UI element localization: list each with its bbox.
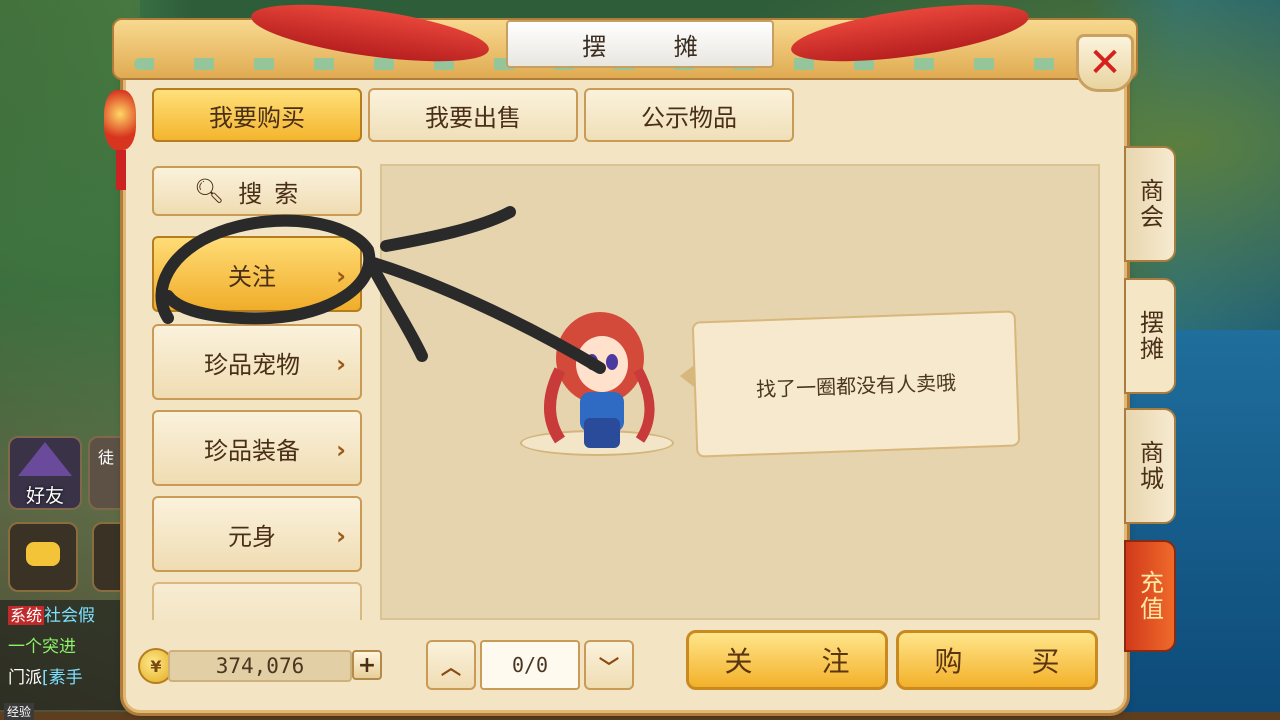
chevron-down-icon: ﹀ [599, 654, 619, 679]
chat-line: 一个突进 [8, 632, 138, 663]
apprentice-label: 徒 [98, 448, 115, 467]
page-indicator: 0/0 [480, 640, 580, 690]
chat-button[interactable] [8, 522, 78, 592]
chat-text: [素手 [42, 668, 83, 688]
lantern-icon [104, 90, 136, 150]
chat-line: 门派[素手 [8, 663, 138, 694]
side-tab-guild[interactable]: 商会 [1124, 146, 1176, 262]
side-tab-stall[interactable]: 摆摊 [1124, 278, 1176, 394]
chat-channel-tag: 系统 [8, 606, 45, 625]
side-tab-recharge[interactable]: 充值 [1124, 540, 1176, 652]
exp-bar [0, 712, 1280, 720]
chat-text: 一个突进 [8, 637, 76, 657]
chevron-right-icon: › [336, 350, 346, 378]
page-up-button[interactable]: ︿ [426, 640, 476, 690]
category-label: 珍品宠物 [204, 350, 300, 379]
close-button[interactable]: ✕ [1076, 34, 1134, 92]
category-label: 关注 [228, 262, 276, 291]
panel-title: 摆 摊 [506, 20, 774, 68]
currency-amount: 374,076 [168, 650, 352, 682]
chat-line: 系统 社会假 [8, 600, 138, 632]
tab-public-items[interactable]: 公示物品 [584, 88, 794, 142]
category-label: 珍品装备 [204, 436, 300, 465]
search-button[interactable]: 🔍︎ 搜索 [152, 166, 362, 216]
exp-label: 经验 [4, 703, 35, 720]
search-label: 搜索 [238, 179, 311, 208]
category-follow[interactable]: 关注 › [152, 236, 362, 312]
empty-message-bubble: 找了一圈都没有人卖哦 [691, 310, 1021, 458]
chat-channel-tag: 门派 [8, 668, 42, 688]
chevron-right-icon: › [336, 262, 346, 290]
tab-sell[interactable]: 我要出售 [368, 88, 578, 142]
chevron-up-icon: ︿ [441, 654, 461, 679]
follow-button[interactable]: 关 注 [686, 630, 888, 690]
category-rare-equipment[interactable]: 珍品装备 › [152, 410, 362, 486]
chat-bubble-icon [26, 542, 60, 566]
chevron-right-icon: › [336, 522, 346, 550]
chevron-right-icon: › [336, 436, 346, 464]
category-label: 元身 [228, 522, 276, 551]
magnifier-icon: 🔍︎ [193, 177, 225, 205]
tab-buy[interactable]: 我要购买 [152, 88, 362, 142]
close-icon: ✕ [1088, 40, 1122, 86]
friends-label: 好友 [25, 485, 64, 507]
buy-button[interactable]: 购 买 [896, 630, 1098, 690]
lantern-tassel [116, 150, 126, 190]
chat-text: 社会假 [44, 606, 96, 626]
friends-button[interactable]: 好友 [8, 436, 82, 510]
category-yuanshen[interactable]: 元身 › [152, 496, 362, 572]
side-tab-mall[interactable]: 商城 [1124, 408, 1176, 524]
wizard-hat-icon [18, 442, 72, 476]
category-rare-pets[interactable]: 珍品宠物 › [152, 324, 362, 400]
empty-message: 找了一圈都没有人卖哦 [755, 370, 957, 401]
npc-character-image [544, 312, 655, 448]
add-currency-button[interactable]: + [352, 650, 382, 680]
page-down-button[interactable]: ﹀ [584, 640, 634, 690]
chat-log[interactable]: 系统 社会假 一个突进 门派[素手 [0, 600, 138, 710]
category-menu[interactable]: 🔍︎ 搜索 关注 › 珍品宠物 › 珍品装备 › 元身 › [152, 166, 364, 620]
category-more[interactable] [152, 582, 362, 620]
